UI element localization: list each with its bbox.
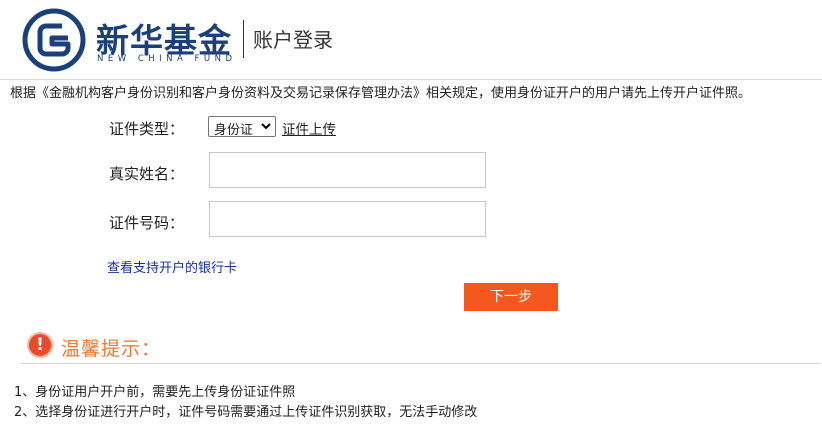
header-separator — [0, 79, 822, 80]
regulation-notice: 根据《金融机构客户身份识别和客户身份资料及交易记录保存管理办法》相关规定，使用身… — [10, 86, 752, 101]
id-number-label: 证件号码： — [109, 214, 185, 232]
chevron-down-icon — [260, 118, 272, 137]
supported-banks-link[interactable]: 查看支持开户的银行卡 — [107, 257, 237, 276]
real-name-input[interactable] — [209, 152, 486, 188]
id-type-label: 证件类型： — [109, 120, 185, 138]
exclamation-icon: ! — [27, 332, 53, 358]
brand-name-english: NEW CHINA FUND — [97, 54, 237, 64]
id-type-select[interactable]: 身份证 — [208, 116, 276, 138]
tip-item: 2、选择身份证进行开户时，证件号码需要通过上传证件识别获取，无法手动修改 — [14, 405, 478, 420]
tips-title: 温馨提示： — [61, 338, 162, 360]
id-number-input[interactable] — [209, 201, 486, 237]
tips-separator — [20, 363, 820, 364]
header-divider — [243, 20, 244, 58]
upload-id-link[interactable]: 证件上传 — [282, 118, 336, 138]
page-header: 新华基金 NEW CHINA FUND 账户登录 — [0, 0, 822, 80]
real-name-label: 真实姓名： — [109, 165, 185, 183]
next-button[interactable]: 下一步 — [464, 283, 558, 311]
id-type-selected-value: 身份证 — [214, 123, 254, 138]
tip-item: 1、身份证用户开户前，需要先上传身份证证件照 — [14, 385, 296, 400]
page-title: 账户登录 — [253, 28, 333, 52]
new-china-fund-logo-icon — [22, 8, 86, 72]
